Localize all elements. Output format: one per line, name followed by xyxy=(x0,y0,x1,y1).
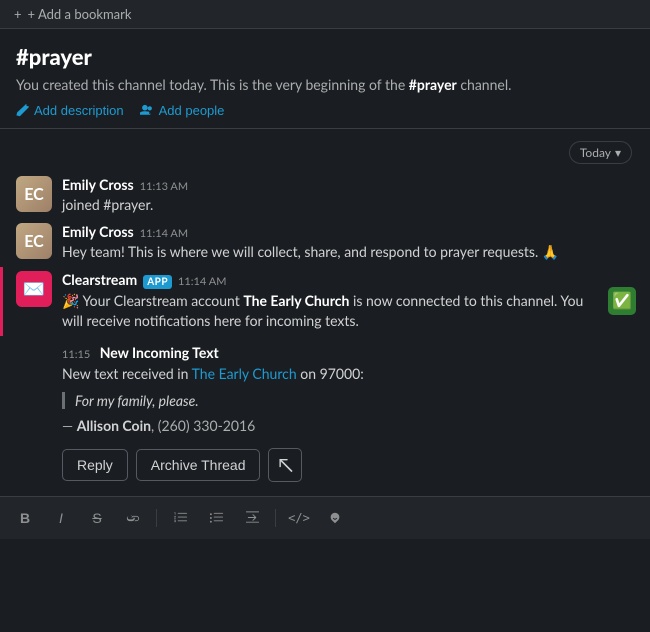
add-description-button[interactable]: Add description xyxy=(16,103,124,118)
code-button[interactable]: </> xyxy=(286,505,312,531)
ul-icon xyxy=(209,510,224,525)
add-people-label: Add people xyxy=(159,103,225,118)
channel-description: You created this channel today. This is … xyxy=(16,76,634,93)
timestamp: 11:13 AM xyxy=(140,180,188,193)
channel-actions: Add description Add people xyxy=(16,103,634,118)
bookmark-bar-label[interactable]: + Add a bookmark xyxy=(28,6,132,22)
composer: B I S </> xyxy=(0,496,650,539)
bold-button[interactable]: B xyxy=(12,505,38,531)
quote-text: For my family, please. xyxy=(75,392,199,409)
message-meta: Emily Cross 11:14 AM xyxy=(62,223,634,240)
channel-desc-suffix: channel. xyxy=(457,76,512,93)
cursor-icon: ↖ xyxy=(278,453,293,477)
channel-header: #prayer You created this channel today. … xyxy=(0,29,650,129)
ol-icon xyxy=(173,510,188,525)
channel-desc-prefix: You created this channel today. This is … xyxy=(16,76,409,93)
checkmark-button[interactable]: ✅ xyxy=(608,287,636,315)
church-name: The Early Church xyxy=(243,292,349,309)
incoming-body-prefix: New text received in xyxy=(62,365,192,382)
incoming-title: 11:15 New Incoming Text xyxy=(62,344,634,361)
channel-desc-bold: #prayer xyxy=(409,76,457,93)
message-meta: Emily Cross 11:13 AM xyxy=(62,176,634,193)
app-badge: APP xyxy=(143,275,172,289)
church-link[interactable]: The Early Church xyxy=(192,365,297,382)
add-description-label: Add description xyxy=(34,103,124,118)
incoming-body: New text received in The Early Church on… xyxy=(62,363,634,384)
action-buttons: Reply Archive Thread ↖ xyxy=(0,438,650,496)
toolbar-divider-1 xyxy=(156,509,157,527)
sender-name[interactable]: Emily Cross xyxy=(62,176,134,193)
bookmark-bar: + + Add a bookmark xyxy=(0,0,650,29)
strikethrough-button[interactable]: S xyxy=(84,505,110,531)
avatar: EC xyxy=(16,223,52,259)
incoming-title-text: New Incoming Text xyxy=(100,344,219,361)
toolbar-divider-2 xyxy=(275,509,276,527)
unordered-list-button[interactable] xyxy=(203,505,229,531)
messages-area: Today ▾ EC Emily Cross 11:13 AM joined #… xyxy=(0,129,650,496)
link-icon xyxy=(126,511,140,525)
indent-button[interactable] xyxy=(239,505,265,531)
signature-line: — Allison Coin, (260) 330-2016 xyxy=(62,417,634,434)
plus-icon: + xyxy=(14,6,22,22)
signature-dash: — xyxy=(62,417,77,434)
message-text: 🎉 Your Clearstream account The Early Chu… xyxy=(62,291,634,332)
message-content: Emily Cross 11:13 AM joined #prayer. xyxy=(62,176,634,215)
pencil-icon xyxy=(16,104,29,117)
add-people-button[interactable]: Add people xyxy=(140,103,225,118)
message-text: joined #prayer. xyxy=(62,195,634,215)
message-row: EC Emily Cross 11:13 AM joined #prayer. xyxy=(0,172,650,219)
more-icon xyxy=(328,511,342,525)
timestamp: 11:14 AM xyxy=(140,227,188,240)
chevron-down-icon: ▾ xyxy=(615,145,621,160)
people-icon xyxy=(140,104,154,117)
avatar: EC xyxy=(16,176,52,212)
clearstream-message-row: ✉️ Clearstream APP 11:14 AM 🎉 Your Clear… xyxy=(0,267,650,336)
clearstream-avatar: ✉️ xyxy=(16,271,52,307)
link-button[interactable] xyxy=(120,505,146,531)
message-meta: Clearstream APP 11:14 AM xyxy=(62,271,634,289)
italic-button[interactable]: I xyxy=(48,505,74,531)
date-pill[interactable]: Today ▾ xyxy=(569,141,632,164)
sender-name[interactable]: Clearstream xyxy=(62,271,137,288)
message-content: Emily Cross 11:14 AM Hey team! This is w… xyxy=(62,223,634,262)
reply-button[interactable]: Reply xyxy=(62,449,128,481)
message-row: EC Emily Cross 11:14 AM Hey team! This i… xyxy=(0,219,650,266)
message-content: Clearstream APP 11:14 AM 🎉 Your Clearstr… xyxy=(62,271,634,332)
composer-toolbar: B I S </> xyxy=(12,505,638,531)
incoming-time: 11:15 xyxy=(62,348,90,361)
cursor-button[interactable]: ↖ xyxy=(268,448,302,482)
date-divider: Today ▾ xyxy=(0,129,650,172)
timestamp: 11:14 AM xyxy=(178,275,226,288)
indent-icon xyxy=(245,510,260,525)
incoming-text-block: 11:15 New Incoming Text New text receive… xyxy=(0,336,650,438)
join-text: joined #prayer. xyxy=(62,196,153,213)
quote-block: For my family, please. xyxy=(62,392,634,409)
channel-name: #prayer xyxy=(16,43,634,70)
date-label: Today xyxy=(580,145,611,160)
incoming-body-suffix: on 97000: xyxy=(297,365,364,382)
ordered-list-button[interactable] xyxy=(167,505,193,531)
message-text: Hey team! This is where we will collect,… xyxy=(62,242,634,262)
signature-contact: , (260) 330-2016 xyxy=(151,417,255,434)
more-format-button[interactable] xyxy=(322,505,348,531)
archive-thread-button[interactable]: Archive Thread xyxy=(136,449,261,481)
signature-name: Allison Coin xyxy=(77,417,151,434)
sender-name[interactable]: Emily Cross xyxy=(62,223,134,240)
